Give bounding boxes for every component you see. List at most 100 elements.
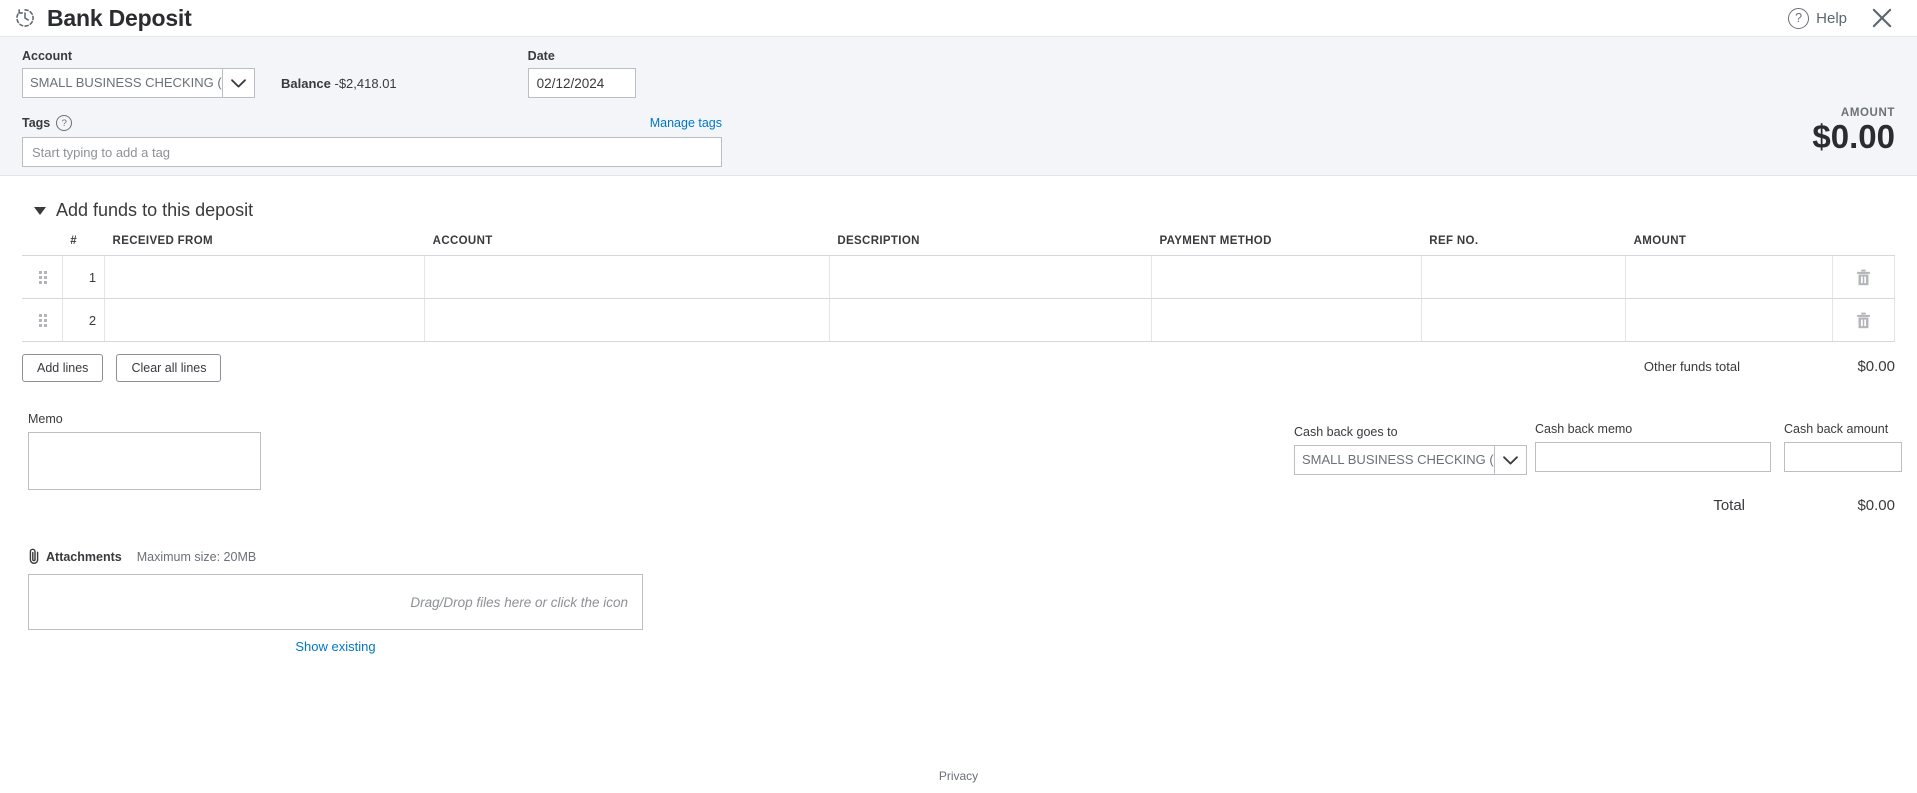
tags-input[interactable] (22, 137, 722, 167)
cash-back-account-value: SMALL BUSINESS CHECKING (00 (1302, 452, 1494, 467)
cell-description[interactable] (829, 255, 1153, 299)
page-title: Bank Deposit (47, 4, 192, 31)
date-input[interactable] (527, 68, 636, 98)
col-delete (1832, 235, 1895, 256)
date-label: Date (527, 49, 555, 63)
drag-handle-icon[interactable] (39, 270, 54, 284)
row-delete-cell[interactable] (1832, 298, 1896, 342)
cash-back-memo-label: Cash back memo (1535, 422, 1633, 436)
row-drag-cell[interactable] (22, 255, 63, 299)
col-payment-method: PAYMENT METHOD (1151, 235, 1422, 256)
row-number: 2 (62, 298, 106, 342)
manage-tags-link[interactable]: Manage tags (650, 116, 722, 130)
row-drag-cell[interactable] (22, 298, 63, 342)
add-funds-section-header[interactable]: Add funds to this deposit (34, 200, 1895, 221)
attachments-dropzone[interactable]: Drag/Drop files here or click the icon (28, 574, 643, 630)
deposit-body: Add funds to this deposit # RECEIVED FRO… (0, 200, 1917, 654)
account-field-group: Account SMALL BUSINESS CHECKING (00 (22, 49, 257, 98)
account-label: Account (22, 49, 72, 63)
cell-account[interactable] (424, 255, 830, 299)
line-actions-row: Add lines Clear all lines Other funds to… (22, 354, 1895, 382)
col-number: # (62, 235, 105, 256)
cash-back-amount-group: Cash back amount (1784, 422, 1902, 472)
cell-payment-method[interactable] (1151, 298, 1422, 342)
cash-back-memo-input[interactable] (1535, 442, 1771, 472)
chevron-down-icon[interactable] (222, 69, 254, 97)
cell-received-from[interactable] (104, 298, 426, 342)
cash-back-account-select[interactable]: SMALL BUSINESS CHECKING (00 (1294, 445, 1527, 475)
balance-value: -$2,418.01 (334, 76, 397, 91)
help-button[interactable]: ? Help (1788, 7, 1847, 29)
tags-header: Tags ? Manage tags (22, 115, 722, 131)
table-row[interactable]: 2 (22, 298, 1896, 342)
cell-description[interactable] (829, 298, 1153, 342)
add-lines-button[interactable]: Add lines (22, 354, 104, 382)
cell-received-from[interactable] (104, 255, 426, 299)
funds-table-header: # RECEIVED FROM ACCOUNT DESCRIPTION PAYM… (22, 235, 1895, 256)
other-funds-total-value: $0.00 (1857, 358, 1895, 375)
other-funds-total: Other funds total $0.00 (1644, 358, 1895, 375)
total-label: Total (1713, 497, 1745, 514)
account-select[interactable]: SMALL BUSINESS CHECKING (00 (22, 68, 255, 98)
trash-icon[interactable] (1856, 269, 1871, 286)
deposit-header-panel: Account SMALL BUSINESS CHECKING (00 Bala… (0, 36, 1917, 176)
cell-ref-no[interactable] (1421, 255, 1627, 299)
memo-field-group: Memo (28, 412, 261, 495)
account-date-row: Account SMALL BUSINESS CHECKING (00 Bala… (22, 49, 1895, 98)
tags-section: Tags ? Manage tags (22, 115, 722, 167)
funds-table: # RECEIVED FROM ACCOUNT DESCRIPTION PAYM… (22, 235, 1896, 342)
chevron-down-icon[interactable] (1494, 446, 1526, 474)
attachments-title: Attachments (46, 549, 122, 564)
question-circle-icon: ? (1788, 7, 1810, 29)
memo-input[interactable] (28, 432, 261, 490)
cell-payment-method[interactable] (1151, 255, 1422, 299)
account-select-value: SMALL BUSINESS CHECKING (00 (30, 75, 222, 90)
cell-ref-no[interactable] (1421, 298, 1627, 342)
cash-back-account-group: Cash back goes to SMALL BUSINESS CHECKIN… (1294, 425, 1527, 475)
cell-amount[interactable] (1625, 298, 1833, 342)
add-funds-title: Add funds to this deposit (56, 200, 254, 220)
attachments-header: Attachments Maximum size: 20MB (28, 548, 1895, 565)
total-value: $0.00 (1857, 497, 1895, 514)
question-circle-icon[interactable]: ? (56, 115, 73, 131)
attachments-max-size: Maximum size: 20MB (136, 549, 257, 564)
col-drag (22, 235, 63, 256)
close-x-icon[interactable] (1869, 5, 1895, 31)
show-existing-link[interactable]: Show existing (28, 639, 643, 654)
dropzone-text: Drag/Drop files here or click the icon (410, 594, 628, 610)
col-account: ACCOUNT (424, 235, 830, 256)
title-bar-actions: ? Help (1788, 5, 1895, 31)
col-description: DESCRIPTION (829, 235, 1152, 256)
paperclip-icon[interactable] (28, 548, 41, 565)
drag-handle-icon[interactable] (39, 313, 54, 327)
balance-label: Balance (281, 76, 331, 91)
date-field-group: Date (527, 49, 636, 98)
other-funds-total-label: Other funds total (1643, 359, 1740, 374)
row-delete-cell[interactable] (1832, 255, 1896, 299)
amount-value: $0.00 (1812, 118, 1895, 155)
cell-amount[interactable] (1625, 255, 1833, 299)
cash-back-goes-to-label: Cash back goes to (1294, 425, 1398, 439)
account-balance: Balance -$2,418.01 (281, 76, 397, 98)
funds-table-body: 1 2 (22, 255, 1896, 342)
clock-history-icon[interactable] (14, 7, 36, 29)
cash-back-amount-input[interactable] (1784, 442, 1902, 472)
trash-icon[interactable] (1856, 312, 1871, 329)
cash-back-amount-label: Cash back amount (1784, 422, 1889, 436)
table-header-row: # RECEIVED FROM ACCOUNT DESCRIPTION PAYM… (22, 235, 1895, 256)
table-row[interactable]: 1 (22, 255, 1896, 299)
col-amount: AMOUNT (1625, 235, 1833, 256)
memo-label: Memo (28, 412, 63, 426)
row-number: 1 (62, 255, 106, 299)
clear-all-lines-button[interactable]: Clear all lines (116, 354, 222, 382)
tags-label: Tags (22, 116, 51, 130)
deposit-amount-display: AMOUNT $0.00 (1812, 107, 1895, 155)
cell-account[interactable] (424, 298, 830, 342)
privacy-link[interactable]: Privacy (0, 769, 1917, 783)
col-received-from: RECEIVED FROM (104, 235, 425, 256)
deposit-total-row: Total $0.00 (1713, 497, 1895, 514)
caret-down-icon[interactable] (34, 206, 46, 215)
cash-back-memo-group: Cash back memo (1535, 422, 1771, 472)
col-ref-no: REF NO. (1421, 235, 1626, 256)
title-group: Bank Deposit (14, 4, 192, 31)
